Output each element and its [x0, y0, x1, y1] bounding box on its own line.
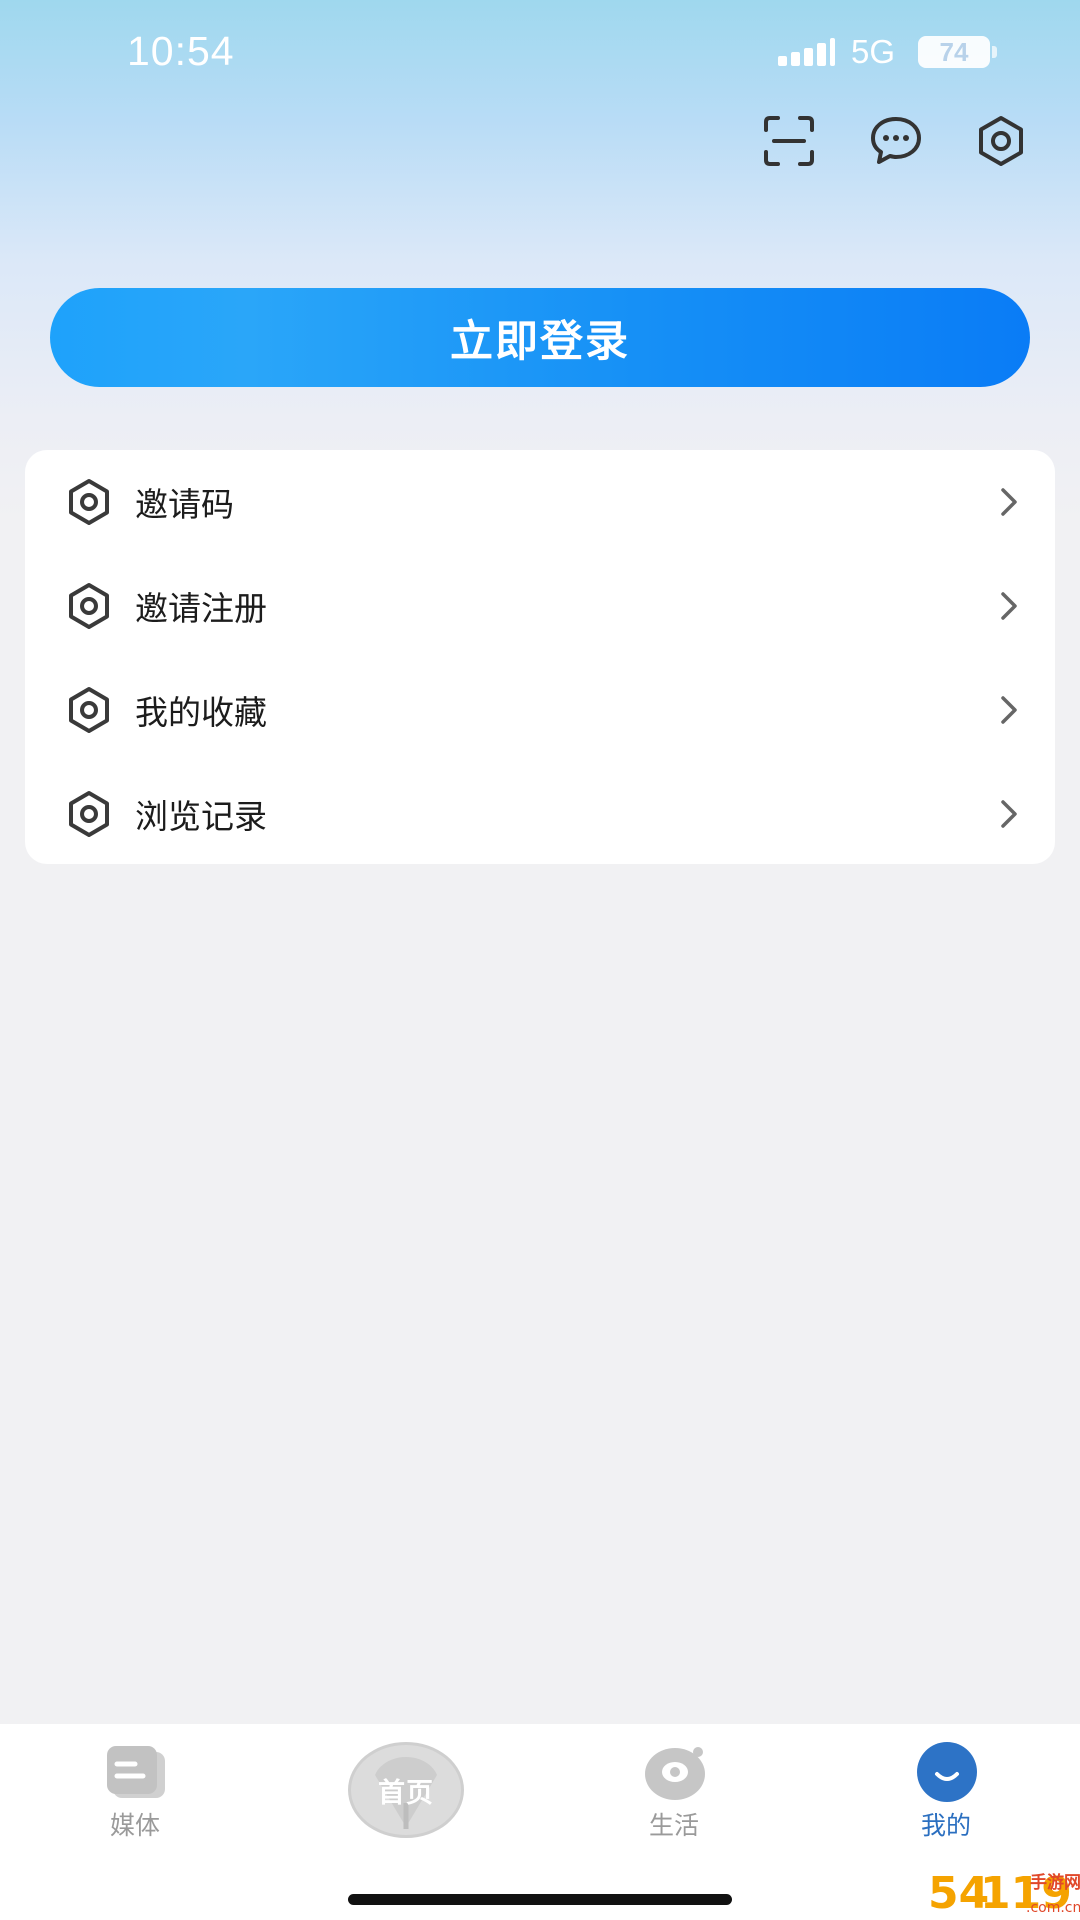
hexagon-icon — [65, 790, 113, 838]
menu-item-invite-register[interactable]: 邀请注册 — [25, 554, 1055, 658]
chevron-right-icon — [995, 692, 1023, 728]
menu-item-invite-code[interactable]: 邀请码 — [25, 450, 1055, 554]
battery-tip — [992, 46, 997, 58]
tab-profile[interactable]: 我的 — [866, 1724, 1026, 1854]
network-type: 5G — [851, 33, 896, 70]
profile-screen: 10:54 5G 74 立即登录 邀请码 邀请注册 我的收藏 浏览记录 媒体 首… — [0, 0, 1080, 1920]
battery-indicator: 74 — [918, 36, 990, 68]
tab-label: 我的 — [920, 1811, 971, 1840]
status-time: 10:54 — [127, 28, 235, 74]
svg-text:手游网: 手游网 — [1030, 1872, 1080, 1893]
battery-level: 74 — [939, 36, 969, 67]
settings-icon[interactable] — [974, 114, 1028, 168]
menu-card: 邀请码 邀请注册 我的收藏 浏览记录 — [25, 450, 1055, 864]
tab-label: 首页 — [378, 1778, 434, 1809]
tab-life[interactable]: 生活 — [594, 1724, 754, 1854]
hexagon-icon — [65, 686, 113, 734]
tab-media[interactable]: 媒体 — [55, 1724, 215, 1854]
watermark-logo: 54 119 手游网 .com.cn — [926, 1862, 1080, 1920]
menu-item-label: 邀请注册 — [135, 589, 267, 628]
profile-icon — [914, 1742, 980, 1802]
life-icon — [642, 1742, 708, 1802]
login-button[interactable]: 立即登录 — [50, 288, 1030, 387]
tab-home[interactable]: 首页 — [348, 1742, 464, 1838]
scan-icon[interactable] — [762, 114, 816, 168]
menu-item-favorites[interactable]: 我的收藏 — [25, 658, 1055, 762]
chevron-right-icon — [995, 588, 1023, 624]
chevron-right-icon — [995, 484, 1023, 520]
media-icon — [103, 1742, 169, 1802]
menu-item-label: 浏览记录 — [135, 797, 267, 836]
menu-item-history[interactable]: 浏览记录 — [25, 762, 1055, 866]
svg-text:.com.cn: .com.cn — [1026, 1900, 1080, 1916]
hexagon-icon — [65, 582, 113, 630]
message-icon[interactable] — [869, 114, 923, 168]
menu-item-label: 我的收藏 — [135, 693, 267, 732]
home-indicator[interactable] — [348, 1894, 732, 1905]
bottom-nav: 媒体 首页 生活 我的 — [0, 1724, 1080, 1920]
tab-label: 生活 — [648, 1811, 699, 1840]
chevron-right-icon — [995, 796, 1023, 832]
signal-icon — [778, 38, 835, 66]
hexagon-icon — [65, 478, 113, 526]
tab-label: 媒体 — [109, 1811, 160, 1840]
menu-item-label: 邀请码 — [135, 485, 234, 524]
